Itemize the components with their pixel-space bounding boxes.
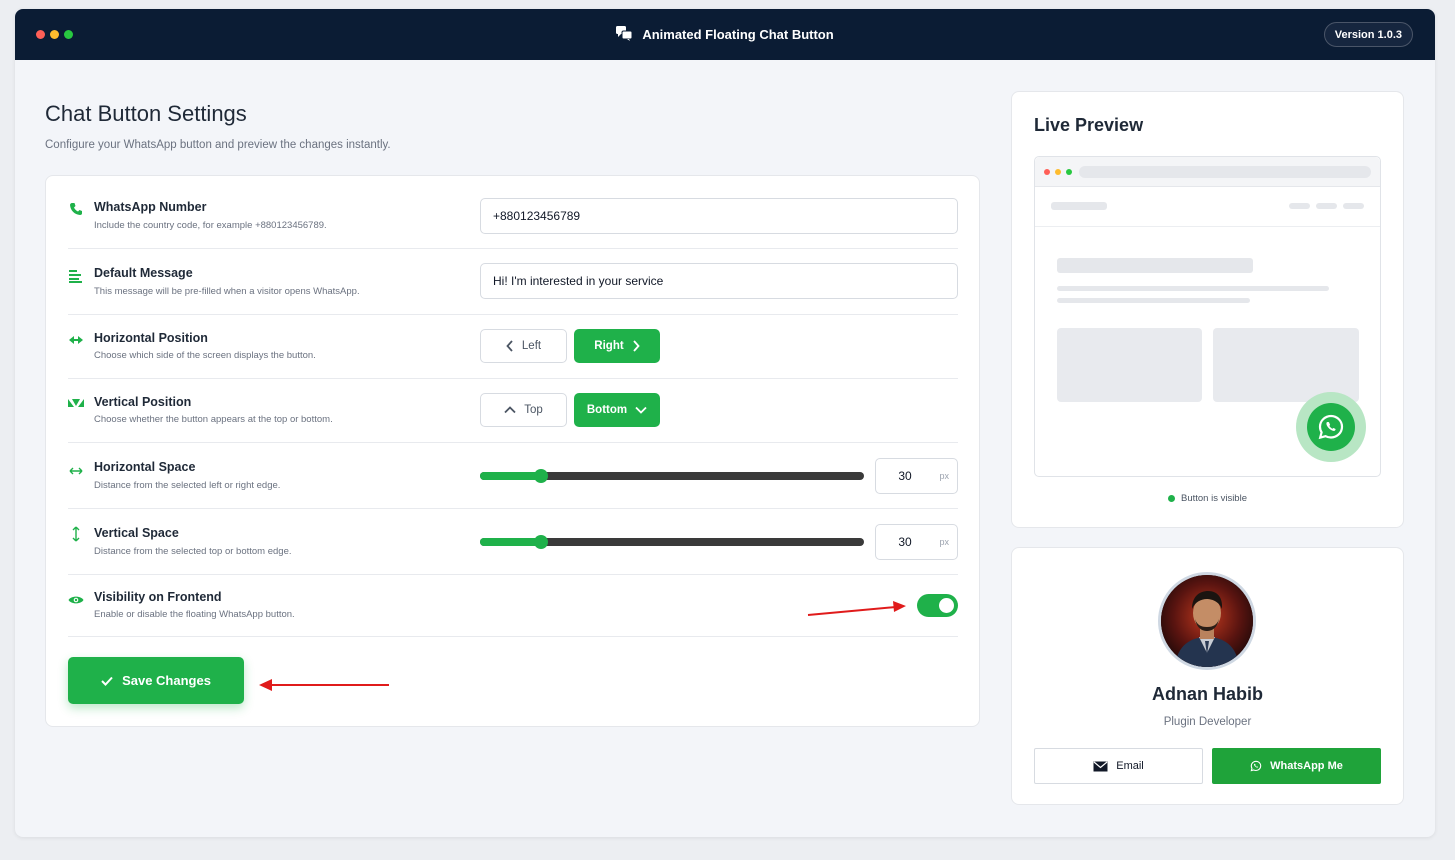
annotation-arrow-toggle [807,601,906,616]
annotation-arrow-save [259,679,389,691]
annotation-overlay [259,601,906,691]
